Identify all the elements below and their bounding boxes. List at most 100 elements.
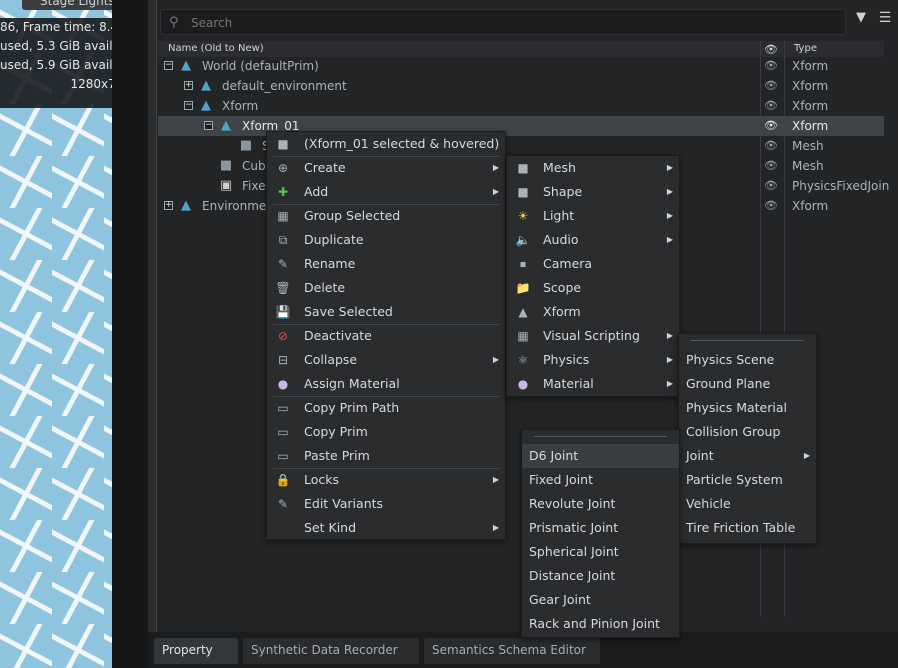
deactivate-icon: ⊘ bbox=[277, 329, 289, 343]
menu-item-label: Locks bbox=[304, 472, 340, 487]
menu-item-distance-joint[interactable]: Distance Joint bbox=[522, 564, 679, 588]
menu-item-material[interactable]: ● Material ▶ bbox=[507, 372, 679, 396]
menu-item-prismatic-joint[interactable]: Prismatic Joint bbox=[522, 516, 679, 540]
menu-item-label: Group Selected bbox=[304, 208, 401, 223]
menu-item-mesh[interactable]: ■ Mesh ▶ bbox=[507, 156, 679, 180]
tree-row-xform[interactable]: − ▲ Xform 👁 Xform bbox=[158, 96, 884, 116]
trash-icon: 🗑 bbox=[275, 281, 291, 295]
graph-icon: ▦ bbox=[517, 329, 529, 343]
menu-item-xform[interactable]: ▲ Xform bbox=[507, 300, 679, 324]
eye-icon[interactable]: 👁 bbox=[764, 136, 778, 156]
row-type: Xform bbox=[792, 199, 829, 213]
tear-off-bar[interactable] bbox=[691, 340, 804, 341]
column-header-type[interactable]: Type bbox=[794, 43, 817, 54]
menu-item-locks[interactable]: 🔒 Locks ▶ bbox=[267, 468, 505, 492]
menu-item-save-selected[interactable]: 💾 Save Selected bbox=[267, 300, 505, 324]
tear-off-bar[interactable] bbox=[534, 436, 667, 437]
eye-icon[interactable]: 👁 bbox=[764, 156, 778, 176]
tab-synthetic-data-recorder[interactable]: Synthetic Data Recorder bbox=[243, 638, 419, 664]
menu-item-particle-system[interactable]: Particle System bbox=[679, 468, 816, 492]
eye-icon[interactable]: 👁 bbox=[764, 76, 778, 96]
eye-icon[interactable]: 👁 bbox=[764, 96, 778, 116]
xform-icon: ▲ bbox=[221, 118, 231, 133]
menu-item-physics-scene[interactable]: Physics Scene bbox=[679, 348, 816, 372]
panel-divider bbox=[112, 0, 148, 668]
menu-item-copy-prim[interactable]: ▭ Copy Prim bbox=[267, 420, 505, 444]
search-bar[interactable]: ⚲ bbox=[160, 9, 846, 35]
expand-icon[interactable]: + bbox=[184, 81, 193, 90]
menu-item-collapse[interactable]: ⊟ Collapse ▶ bbox=[267, 348, 505, 372]
cube-icon: ■ bbox=[277, 137, 289, 151]
row-type: Xform bbox=[792, 99, 829, 113]
menu-item-delete[interactable]: 🗑 Delete bbox=[267, 276, 505, 300]
row-label: World (defaultPrim) bbox=[202, 59, 319, 73]
eye-icon[interactable]: 👁 bbox=[764, 176, 778, 196]
menu-item-revolute-joint[interactable]: Revolute Joint bbox=[522, 492, 679, 516]
tree-row-world[interactable]: − ▲ World (defaultPrim) 👁 Xform bbox=[158, 56, 884, 76]
menu-item-label: Save Selected bbox=[304, 304, 393, 319]
menu-item-assign-material[interactable]: ● Assign Material bbox=[267, 372, 505, 396]
tree-row-default-environment[interactable]: + ▲ default_environment 👁 Xform bbox=[158, 76, 884, 96]
menu-item-vehicle[interactable]: Vehicle bbox=[679, 492, 816, 516]
eye-icon[interactable]: 👁 bbox=[764, 56, 778, 76]
eye-icon[interactable]: 👁 bbox=[764, 116, 778, 136]
menu-item-d6-joint[interactable]: D6 Joint bbox=[522, 444, 679, 468]
menu-item-fixed-joint[interactable]: Fixed Joint bbox=[522, 468, 679, 492]
menu-item-duplicate[interactable]: ⧉ Duplicate bbox=[267, 228, 505, 252]
submenu-arrow-icon: ▶ bbox=[666, 355, 673, 364]
menu-item-camera[interactable]: ⏹ Camera bbox=[507, 252, 679, 276]
row-label: Fixe bbox=[242, 179, 266, 193]
menu-item-label: Particle System bbox=[686, 472, 783, 487]
menu-header: ■ (Xform_01 selected & hovered) bbox=[267, 132, 505, 156]
menu-item-set-kind[interactable]: Set Kind ▶ bbox=[267, 516, 505, 540]
menu-item-audio[interactable]: 🔈 Audio ▶ bbox=[507, 228, 679, 252]
menu-item-add[interactable]: ✚ Add ▶ bbox=[267, 180, 505, 204]
tab-property[interactable]: Property bbox=[154, 638, 238, 664]
menu-item-shape[interactable]: ■ Shape ▶ bbox=[507, 180, 679, 204]
menu-item-gear-joint[interactable]: Gear Joint bbox=[522, 588, 679, 612]
menu-item-physics[interactable]: ⚛ Physics ▶ bbox=[507, 348, 679, 372]
menu-item-spherical-joint[interactable]: Spherical Joint bbox=[522, 540, 679, 564]
menu-item-rack-and-pinion-joint[interactable]: Rack and Pinion Joint bbox=[522, 612, 679, 636]
menu-item-tire-friction-table[interactable]: Tire Friction Table bbox=[679, 516, 816, 540]
menu-item-group-selected[interactable]: ▦ Group Selected bbox=[267, 204, 505, 228]
column-header-name[interactable]: Name (Old to New) bbox=[168, 43, 264, 54]
filter-icon[interactable]: ▼ bbox=[852, 10, 870, 28]
menu-item-scope[interactable]: 📁 Scope bbox=[507, 276, 679, 300]
menu-item-physics-material[interactable]: Physics Material bbox=[679, 396, 816, 420]
menu-item-label: Physics Scene bbox=[686, 352, 775, 367]
menu-item-label: Shape bbox=[543, 184, 583, 199]
menu-item-ground-plane[interactable]: Ground Plane bbox=[679, 372, 816, 396]
hamburger-menu-icon[interactable]: ☰ bbox=[876, 10, 894, 28]
collapse-icon[interactable]: − bbox=[184, 101, 193, 110]
menu-item-edit-variants[interactable]: ✎ Edit Variants bbox=[267, 492, 505, 516]
material-sphere-icon: ● bbox=[277, 377, 289, 391]
menu-item-label: Light bbox=[543, 208, 575, 223]
collapse-icon[interactable]: − bbox=[164, 61, 173, 70]
menu-item-label: Collapse bbox=[304, 352, 358, 367]
menu-item-light[interactable]: ☀ Light ▶ bbox=[507, 204, 679, 228]
paste-icon: ▭ bbox=[277, 449, 289, 463]
expand-icon[interactable]: + bbox=[164, 201, 173, 210]
menu-item-create[interactable]: ⊕ Create ▶ bbox=[267, 156, 505, 180]
cube-icon: ■ bbox=[219, 158, 233, 173]
collapse-icon[interactable]: − bbox=[204, 121, 213, 130]
menu-item-collision-group[interactable]: Collision Group bbox=[679, 420, 816, 444]
duplicate-icon: ⧉ bbox=[278, 233, 288, 247]
physics-icon: ⚛ bbox=[517, 353, 529, 367]
menu-item-deactivate[interactable]: ⊘ Deactivate bbox=[267, 324, 505, 348]
menu-item-rename[interactable]: ✎ Rename bbox=[267, 252, 505, 276]
menu-item-label: Assign Material bbox=[304, 376, 400, 391]
material-sphere-icon: ● bbox=[517, 377, 529, 391]
tab-semantics-schema-editor[interactable]: Semantics Schema Editor bbox=[424, 638, 600, 664]
search-input[interactable] bbox=[189, 13, 793, 33]
menu-item-label: Deactivate bbox=[304, 328, 372, 343]
menu-item-visual-scripting[interactable]: ▦ Visual Scripting ▶ bbox=[507, 324, 679, 348]
menu-item-joint[interactable]: Joint ▶ bbox=[679, 444, 816, 468]
menu-item-label: Audio bbox=[543, 232, 579, 247]
folder-icon: 📁 bbox=[515, 281, 531, 295]
menu-item-copy-prim-path[interactable]: ▭ Copy Prim Path bbox=[267, 396, 505, 420]
eye-icon[interactable]: 👁 bbox=[764, 196, 778, 216]
menu-item-paste-prim[interactable]: ▭ Paste Prim bbox=[267, 444, 505, 468]
menu-header-label: (Xform_01 selected & hovered) bbox=[304, 136, 500, 151]
